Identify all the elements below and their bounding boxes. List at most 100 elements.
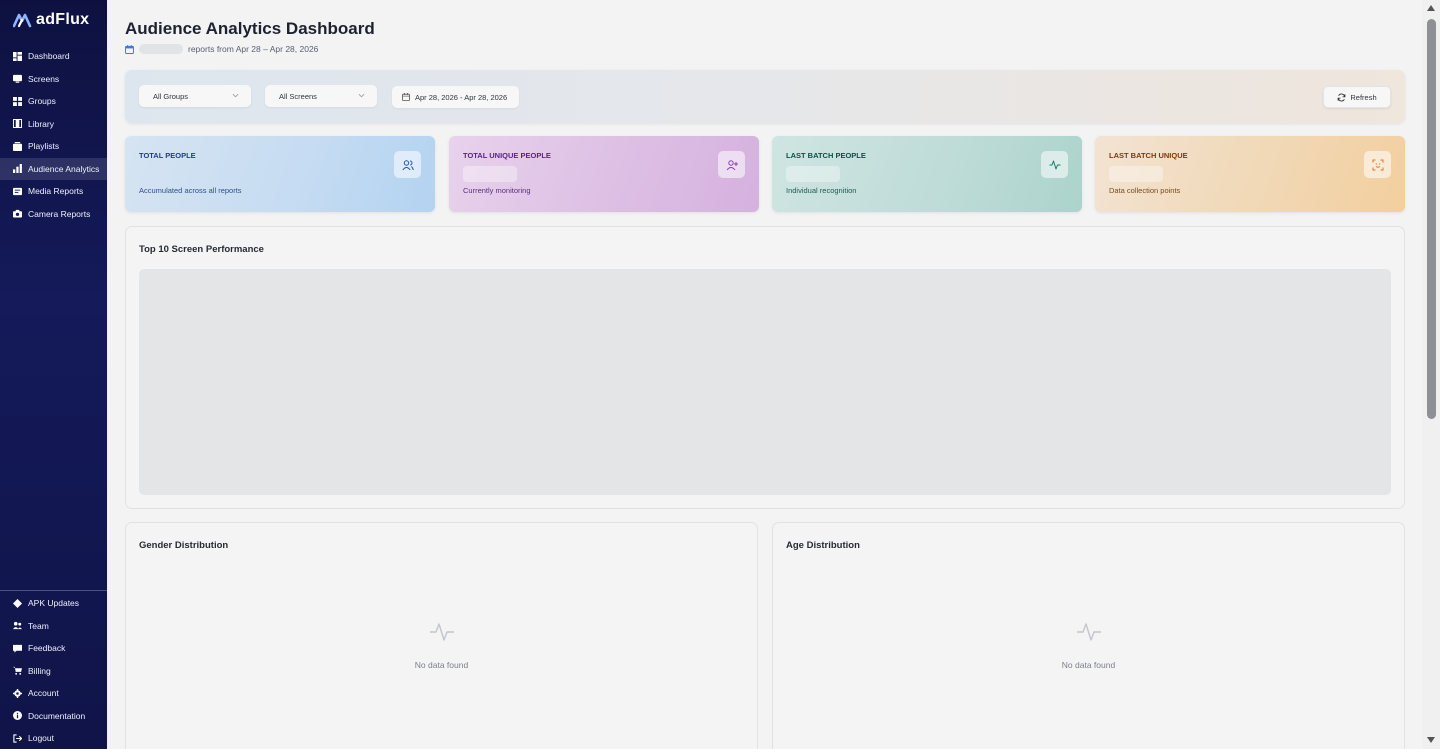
empty-state-text: No data found bbox=[414, 660, 469, 670]
report-count-skeleton bbox=[139, 44, 183, 54]
date-range-picker[interactable]: Apr 28, 2026 - Apr 28, 2026 bbox=[392, 86, 519, 108]
sidebar-item-label: Team bbox=[28, 620, 49, 631]
sidebar-item-dashboard[interactable]: Dashboard bbox=[0, 45, 107, 68]
stat-value-skeleton bbox=[786, 166, 840, 182]
bar-chart-icon bbox=[13, 164, 22, 174]
scroll-down-icon[interactable] bbox=[1427, 737, 1435, 743]
calendar-icon bbox=[125, 44, 134, 54]
cart-icon bbox=[13, 667, 22, 675]
stat-card-last-batch-unique: LAST BATCH UNIQUE Data collection points bbox=[1095, 136, 1405, 212]
sidebar-item-label: Account bbox=[28, 688, 59, 699]
page-scrollbar[interactable] bbox=[1422, 0, 1440, 749]
sidebar-item-audience-analytics[interactable]: Audience Analytics bbox=[0, 157, 107, 180]
adflux-logo-icon bbox=[13, 13, 32, 28]
sidebar-item-label: Groups bbox=[28, 96, 56, 107]
stat-icon-box bbox=[1364, 151, 1391, 178]
refresh-button[interactable]: Refresh bbox=[1323, 86, 1391, 108]
stat-icon-box bbox=[1041, 151, 1068, 178]
sidebar: adFlux Dashboard Screens Groups Library … bbox=[0, 0, 107, 749]
face-scan-icon bbox=[1372, 159, 1383, 170]
scroll-up-icon[interactable] bbox=[1427, 5, 1435, 11]
page-title: Audience Analytics Dashboard bbox=[125, 19, 375, 38]
sidebar-item-library[interactable]: Library bbox=[0, 113, 107, 136]
media-report-icon bbox=[13, 187, 22, 195]
sidebar-nav-secondary: APK Updates Team Feedback Billing Accoun… bbox=[0, 592, 107, 749]
sidebar-item-label: Media Reports bbox=[28, 186, 84, 197]
sidebar-item-billing[interactable]: Billing bbox=[0, 660, 107, 683]
stat-description: Data collection points bbox=[1109, 186, 1181, 195]
empty-state: No data found bbox=[773, 619, 1404, 670]
sidebar-item-label: Billing bbox=[28, 665, 51, 676]
groups-select[interactable]: All Groups bbox=[139, 85, 251, 107]
chevron-down-icon bbox=[358, 93, 365, 98]
groups-select-value: All Groups bbox=[153, 91, 189, 101]
stat-label: LAST BATCH UNIQUE bbox=[1109, 151, 1188, 160]
sidebar-item-label: Playlists bbox=[28, 141, 60, 152]
stat-card-total-people: TOTAL PEOPLE Accumulated across all repo… bbox=[125, 136, 435, 212]
sidebar-item-label: Logout bbox=[28, 733, 54, 744]
sidebar-item-label: Camera Reports bbox=[28, 208, 91, 219]
refresh-button-label: Refresh bbox=[1350, 92, 1377, 102]
camera-icon bbox=[13, 210, 22, 218]
empty-state-text: No data found bbox=[1061, 660, 1116, 670]
sidebar-item-label: Library bbox=[28, 118, 54, 129]
empty-state: No data found bbox=[126, 619, 757, 670]
calendar-icon bbox=[402, 93, 410, 101]
stat-label: TOTAL PEOPLE bbox=[139, 151, 196, 160]
monitor-icon bbox=[13, 75, 22, 83]
age-distribution-panel: Age Distribution No data found bbox=[772, 522, 1405, 749]
sidebar-item-logout[interactable]: Logout bbox=[0, 727, 107, 749]
sidebar-item-playlists[interactable]: Playlists bbox=[0, 135, 107, 158]
sidebar-divider bbox=[0, 590, 107, 591]
sidebar-item-label: Audience Analytics bbox=[28, 163, 100, 174]
users-icon bbox=[401, 159, 414, 170]
info-icon bbox=[13, 711, 22, 721]
chart-loading-placeholder bbox=[139, 269, 1391, 495]
android-icon bbox=[13, 598, 22, 608]
sidebar-item-label: APK Updates bbox=[28, 598, 80, 609]
gender-distribution-panel: Gender Distribution No data found bbox=[125, 522, 758, 749]
film-icon bbox=[13, 119, 22, 129]
sidebar-nav-main: Dashboard Screens Groups Library Playlis… bbox=[0, 45, 107, 225]
sidebar-item-media-reports[interactable]: Media Reports bbox=[0, 180, 107, 203]
sidebar-item-apk-updates[interactable]: APK Updates bbox=[0, 592, 107, 615]
sidebar-item-label: Dashboard bbox=[28, 51, 70, 62]
screens-select-value: All Screens bbox=[279, 91, 317, 101]
brand-logo[interactable]: adFlux bbox=[13, 11, 89, 29]
screens-select[interactable]: All Screens bbox=[265, 85, 377, 107]
main-content: Audience Analytics Dashboard reports fro… bbox=[107, 0, 1422, 749]
stat-description: Currently monitoring bbox=[463, 186, 531, 195]
filter-bar: All Groups All Screens Apr 28, 2026 - Ap… bbox=[125, 70, 1405, 123]
stat-description: Accumulated across all reports bbox=[139, 186, 242, 195]
sidebar-item-account[interactable]: Account bbox=[0, 682, 107, 705]
sidebar-item-screens[interactable]: Screens bbox=[0, 68, 107, 91]
dashboard-icon bbox=[13, 51, 22, 61]
refresh-icon bbox=[1337, 93, 1346, 101]
stat-value-skeleton bbox=[139, 166, 193, 182]
scrollbar-thumb[interactable] bbox=[1427, 19, 1436, 419]
sidebar-item-team[interactable]: Team bbox=[0, 615, 107, 638]
sidebar-item-documentation[interactable]: Documentation bbox=[0, 705, 107, 728]
sidebar-item-label: Feedback bbox=[28, 643, 66, 654]
activity-icon bbox=[1049, 160, 1060, 169]
stat-label: LAST BATCH PEOPLE bbox=[786, 151, 866, 160]
user-plus-icon bbox=[726, 159, 738, 170]
activity-icon bbox=[429, 623, 454, 641]
date-range-value: Apr 28, 2026 - Apr 28, 2026 bbox=[415, 92, 508, 102]
top-screens-panel: Top 10 Screen Performance bbox=[125, 226, 1405, 509]
stat-card-total-unique-people: TOTAL UNIQUE PEOPLE Currently monitoring bbox=[449, 136, 759, 212]
report-range-text: reports from Apr 28 – Apr 28, 2026 bbox=[188, 44, 319, 54]
activity-icon bbox=[1076, 623, 1101, 641]
playlist-icon bbox=[13, 141, 22, 151]
sidebar-item-camera-reports[interactable]: Camera Reports bbox=[0, 203, 107, 226]
panel-title: Age Distribution bbox=[786, 540, 860, 551]
stat-value-skeleton bbox=[463, 166, 517, 182]
grid-icon bbox=[13, 96, 22, 106]
feedback-icon bbox=[13, 644, 22, 653]
stat-icon-box bbox=[718, 151, 745, 178]
panel-title: Top 10 Screen Performance bbox=[139, 244, 264, 255]
brand-name: adFlux bbox=[36, 11, 90, 28]
sidebar-item-feedback[interactable]: Feedback bbox=[0, 637, 107, 660]
stat-card-last-batch-people: LAST BATCH PEOPLE Individual recognition bbox=[772, 136, 1082, 212]
sidebar-item-groups[interactable]: Groups bbox=[0, 90, 107, 113]
